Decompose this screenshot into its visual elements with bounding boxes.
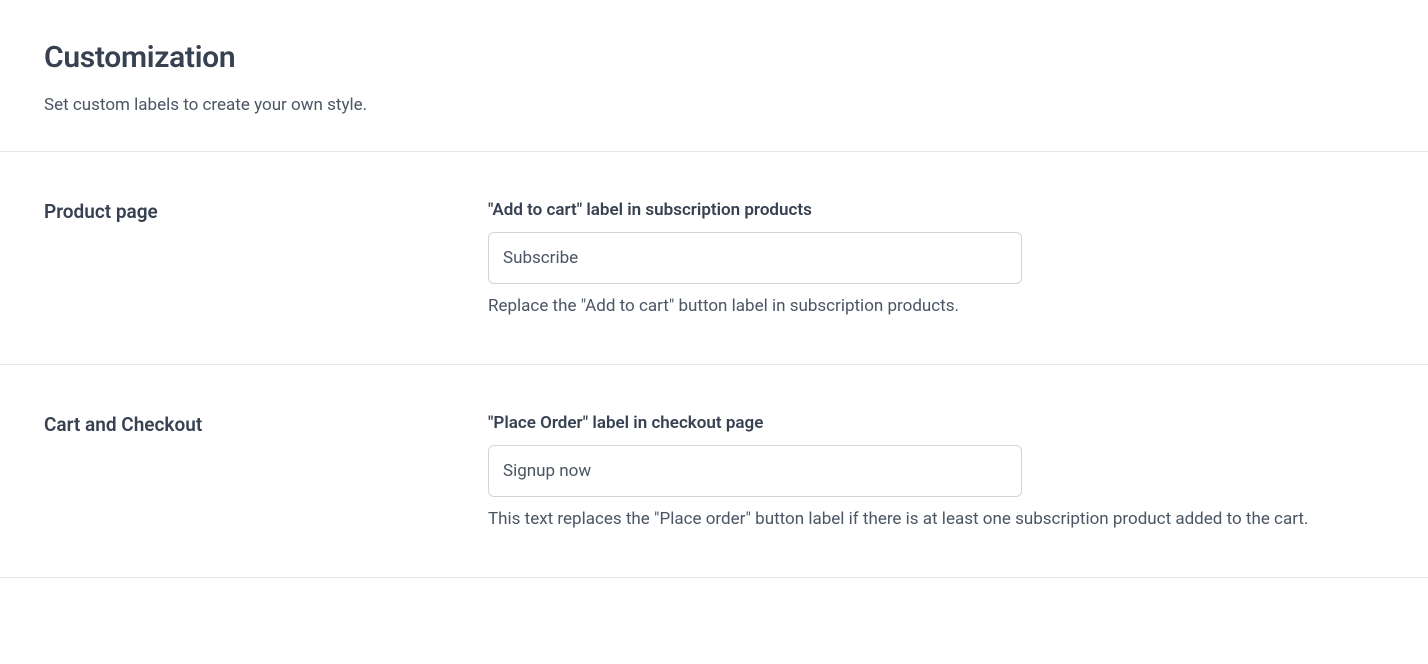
- place-order-label-input[interactable]: [488, 445, 1022, 497]
- add-to-cart-label-input[interactable]: [488, 232, 1022, 284]
- section-left: Cart and Checkout: [44, 413, 488, 529]
- page-header: Customization Set custom labels to creat…: [0, 0, 1428, 152]
- section-left: Product page: [44, 200, 488, 316]
- add-to-cart-label-field-label: "Add to cart" label in subscription prod…: [488, 200, 1384, 220]
- section-title-cart-checkout: Cart and Checkout: [44, 413, 488, 436]
- section-cart-checkout: Cart and Checkout "Place Order" label in…: [0, 365, 1428, 578]
- section-right: "Add to cart" label in subscription prod…: [488, 200, 1384, 316]
- page-subtitle: Set custom labels to create your own sty…: [44, 95, 1384, 115]
- place-order-label-field-label: "Place Order" label in checkout page: [488, 413, 1384, 433]
- section-title-product-page: Product page: [44, 200, 488, 223]
- place-order-label-help: This text replaces the "Place order" but…: [488, 509, 1384, 529]
- add-to-cart-label-help: Replace the "Add to cart" button label i…: [488, 296, 1384, 316]
- page-title: Customization: [44, 40, 1384, 75]
- section-product-page: Product page "Add to cart" label in subs…: [0, 152, 1428, 365]
- section-right: "Place Order" label in checkout page Thi…: [488, 413, 1384, 529]
